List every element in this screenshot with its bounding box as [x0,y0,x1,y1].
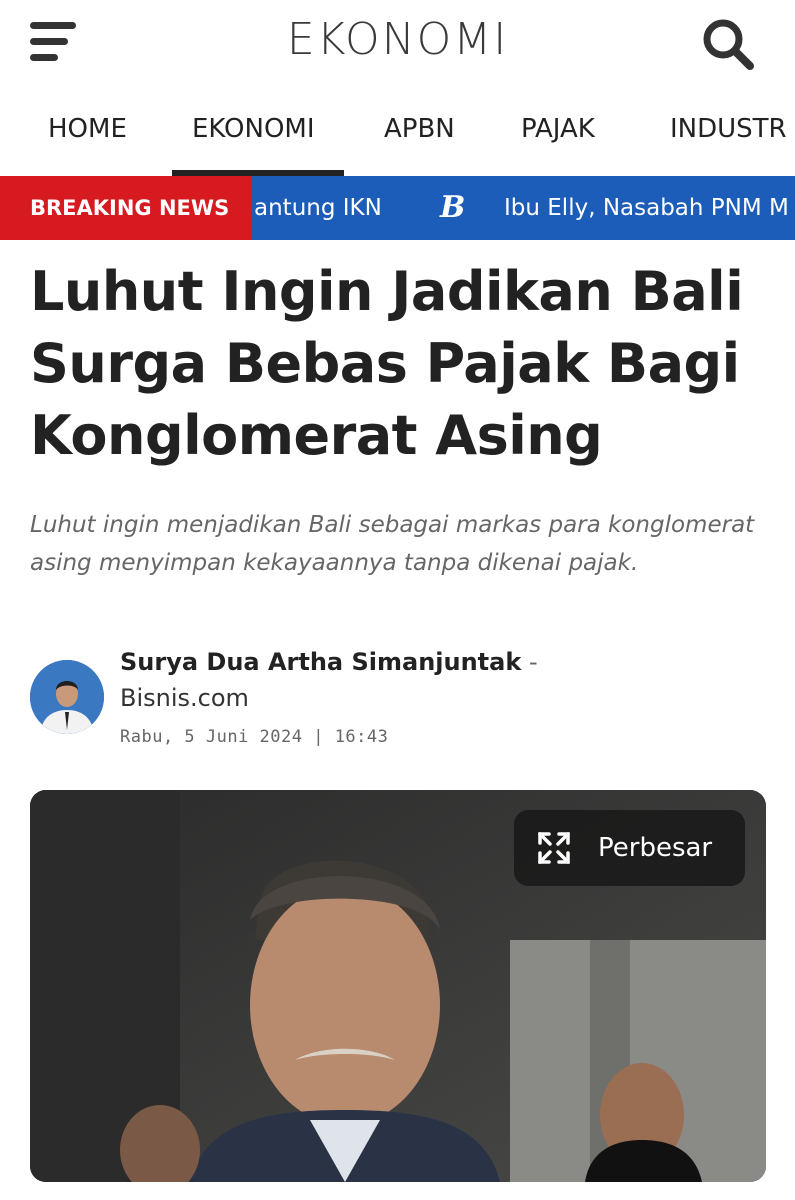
zoom-button-label: Perbesar [598,833,713,863]
breaking-news-label: BREAKING NEWS [0,176,252,240]
nav-item-pajak[interactable]: PAJAK [521,114,595,144]
article-title: Luhut Ingin Jadikan Bali Surga Bebas Paj… [30,260,744,467]
author-name[interactable]: Surya Dua Artha Simanjuntak [120,648,521,676]
zoom-button[interactable]: Perbesar [514,810,745,886]
publish-date: Rabu, 5 Juni 2024 | 16:43 [120,727,389,747]
ticker-item[interactable]: antung IKN [254,176,382,240]
article-photo[interactable]: Perbesar [30,790,766,1182]
nav-item-home[interactable]: HOME [48,114,127,144]
author-byline: Surya Dua Artha Simanjuntak - [120,646,538,678]
author-avatar[interactable] [30,660,104,734]
nav-item-ekonomi[interactable]: EKONOMI [192,114,315,144]
article-summary: Luhut ingin menjadikan Bali sebagai mark… [30,512,755,576]
bisnis-logo-icon: B [440,190,466,225]
ticker-item[interactable]: Ibu Elly, Nasabah PNM M [504,176,789,240]
category-nav: HOME EKONOMI APBN PAJAK INDUSTR [0,84,795,176]
author-separator: - [521,648,538,676]
nav-item-apbn[interactable]: APBN [384,114,455,144]
top-header: EKONOMI [0,0,795,84]
search-icon[interactable] [700,16,756,72]
nav-item-industri[interactable]: INDUSTR [670,114,787,144]
expand-arrows-icon [538,832,570,864]
breaking-news-bar: BREAKING NEWS antung IKN B Ibu Elly, Nas… [0,176,795,240]
section-title[interactable]: EKONOMI [0,14,795,65]
article-source: Bisnis.com [120,684,249,712]
